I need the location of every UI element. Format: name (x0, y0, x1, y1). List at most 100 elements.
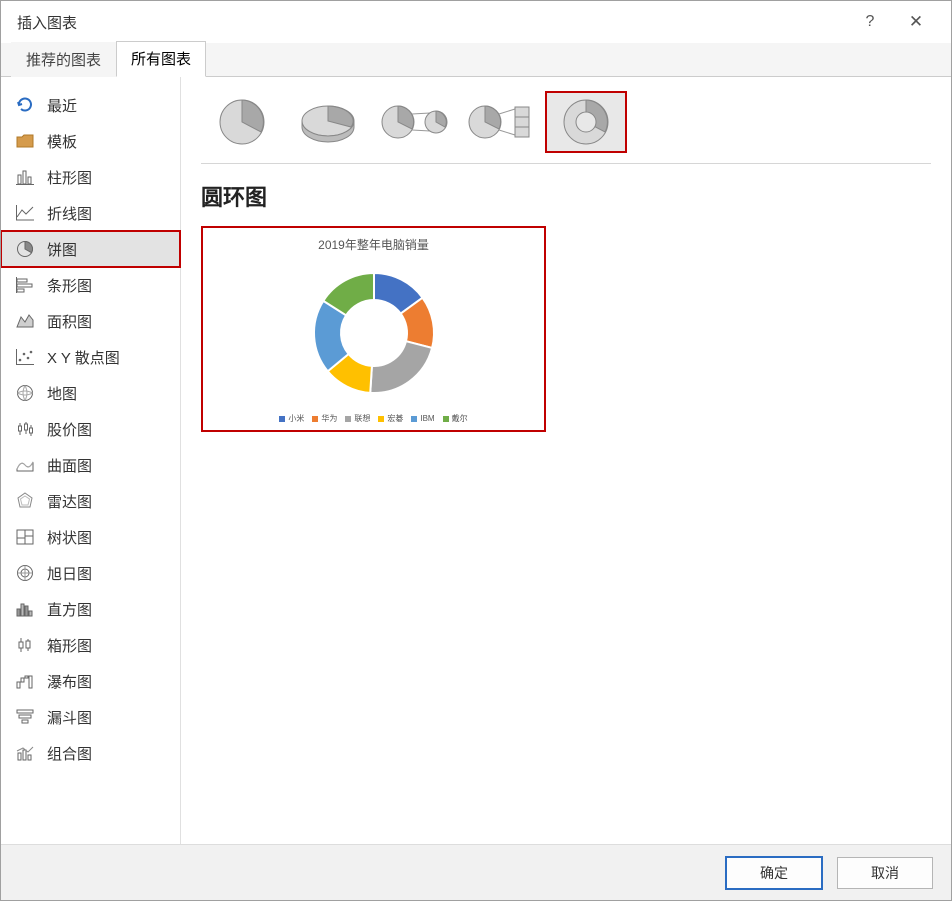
category-stock[interactable]: 股价图 (1, 411, 180, 447)
category-label: 箱形图 (47, 635, 92, 656)
category-label: 股价图 (47, 419, 92, 440)
pie-icon (15, 239, 35, 259)
subtype-doughnut[interactable] (545, 91, 627, 153)
legend-item: 戴尔 (443, 413, 468, 424)
combo-icon (15, 743, 35, 763)
legend-item-label: IBM (420, 414, 434, 423)
help-icon: ? (866, 13, 875, 31)
main-panel: 圆环图 2019年整年电脑销量 小米 华为 联想 宏碁 IBM 戴尔 (181, 77, 951, 844)
doughnut-icon (558, 94, 614, 150)
category-radar[interactable]: 雷达图 (1, 483, 180, 519)
chart-preview-title: 2019年整年电脑销量 (318, 236, 429, 253)
subtype-pie-2d[interactable] (201, 91, 283, 153)
category-label: 树状图 (47, 527, 92, 548)
pie-3d-icon (297, 99, 359, 145)
line-icon (15, 203, 35, 223)
category-treemap[interactable]: 树状图 (1, 519, 180, 555)
funnel-icon (15, 707, 35, 727)
category-label: 瀑布图 (47, 671, 92, 692)
subtype-separator (201, 163, 931, 164)
preview-row: 2019年整年电脑销量 小米 华为 联想 宏碁 IBM 戴尔 (201, 226, 931, 432)
subtype-pie-of-pie[interactable] (373, 91, 455, 153)
category-waterfall[interactable]: 瀑布图 (1, 663, 180, 699)
legend-item-label: 华为 (321, 413, 337, 424)
category-label: 旭日图 (47, 563, 92, 584)
treemap-icon (15, 527, 35, 547)
category-label: 条形图 (47, 275, 92, 296)
ok-button[interactable]: 确定 (725, 856, 823, 890)
category-label: 饼图 (47, 239, 77, 260)
bar-icon (15, 275, 35, 295)
dialog-body: 最近 模板 柱形图 折线图 (1, 77, 951, 844)
subtype-title: 圆环图 (201, 180, 931, 212)
category-histogram[interactable]: 直方图 (1, 591, 180, 627)
subtype-pie-3d[interactable] (287, 91, 369, 153)
category-label: 面积图 (47, 311, 92, 332)
category-surface[interactable]: 曲面图 (1, 447, 180, 483)
recent-icon (15, 95, 35, 115)
category-label: 雷达图 (47, 491, 92, 512)
legend-item: 宏碁 (378, 413, 403, 424)
category-template[interactable]: 模板 (1, 123, 180, 159)
chart-preview-plot (304, 253, 444, 413)
category-map[interactable]: 地图 (1, 375, 180, 411)
template-icon (15, 131, 35, 151)
waterfall-icon (15, 671, 35, 691)
category-bar[interactable]: 条形图 (1, 267, 180, 303)
category-boxplot[interactable]: 箱形图 (1, 627, 180, 663)
category-recent[interactable]: 最近 (1, 87, 180, 123)
legend-item-label: 戴尔 (452, 413, 468, 424)
category-scatter[interactable]: X Y 散点图 (1, 339, 180, 375)
category-label: X Y 散点图 (47, 347, 120, 368)
legend-item: IBM (411, 413, 434, 424)
boxplot-icon (15, 635, 35, 655)
histogram-icon (15, 599, 35, 619)
bar-of-pie-icon (465, 99, 535, 145)
insert-chart-dialog: 插入图表 ? ✕ 推荐的图表 所有图表 最近 模板 (0, 0, 952, 901)
category-sunburst[interactable]: 旭日图 (1, 555, 180, 591)
column-icon (15, 167, 35, 187)
tab-recommended[interactable]: 推荐的图表 (11, 42, 116, 77)
legend-item-label: 联想 (354, 413, 370, 424)
category-line[interactable]: 折线图 (1, 195, 180, 231)
category-label: 最近 (47, 95, 77, 116)
surface-icon (15, 455, 35, 475)
close-button[interactable]: ✕ (893, 1, 939, 43)
chart-preview-legend: 小米 华为 联想 宏碁 IBM 戴尔 (279, 413, 467, 424)
scatter-icon (15, 347, 35, 367)
category-label: 曲面图 (47, 455, 92, 476)
category-funnel[interactable]: 漏斗图 (1, 699, 180, 735)
chart-category-list: 最近 模板 柱形图 折线图 (1, 77, 181, 844)
category-label: 漏斗图 (47, 707, 92, 728)
legend-item: 联想 (345, 413, 370, 424)
chart-preview[interactable]: 2019年整年电脑销量 小米 华为 联想 宏碁 IBM 戴尔 (201, 226, 546, 432)
category-label: 直方图 (47, 599, 92, 620)
category-pie[interactable]: 饼图 (1, 231, 180, 267)
category-label: 组合图 (47, 743, 92, 764)
tabstrip: 推荐的图表 所有图表 (1, 43, 951, 77)
pie-of-pie-icon (378, 99, 450, 145)
sunburst-icon (15, 563, 35, 583)
tab-all-charts[interactable]: 所有图表 (116, 41, 206, 77)
category-combo[interactable]: 组合图 (1, 735, 180, 771)
category-label: 折线图 (47, 203, 92, 224)
radar-icon (15, 491, 35, 511)
cancel-button[interactable]: 取消 (837, 857, 933, 889)
titlebar: 插入图表 ? ✕ (1, 1, 951, 43)
close-icon: ✕ (909, 12, 923, 32)
category-label: 模板 (47, 131, 77, 152)
pie-2d-icon (214, 94, 270, 150)
legend-item: 小米 (279, 413, 304, 424)
subtype-bar-of-pie[interactable] (459, 91, 541, 153)
subtype-row (201, 87, 931, 163)
legend-item: 华为 (312, 413, 337, 424)
category-column[interactable]: 柱形图 (1, 159, 180, 195)
legend-item-label: 小米 (288, 413, 304, 424)
map-icon (15, 383, 35, 403)
area-icon (15, 311, 35, 331)
dialog-footer: 确定 取消 (1, 844, 951, 900)
legend-item-label: 宏碁 (387, 413, 403, 424)
stock-icon (15, 419, 35, 439)
help-button[interactable]: ? (847, 1, 893, 43)
category-area[interactable]: 面积图 (1, 303, 180, 339)
